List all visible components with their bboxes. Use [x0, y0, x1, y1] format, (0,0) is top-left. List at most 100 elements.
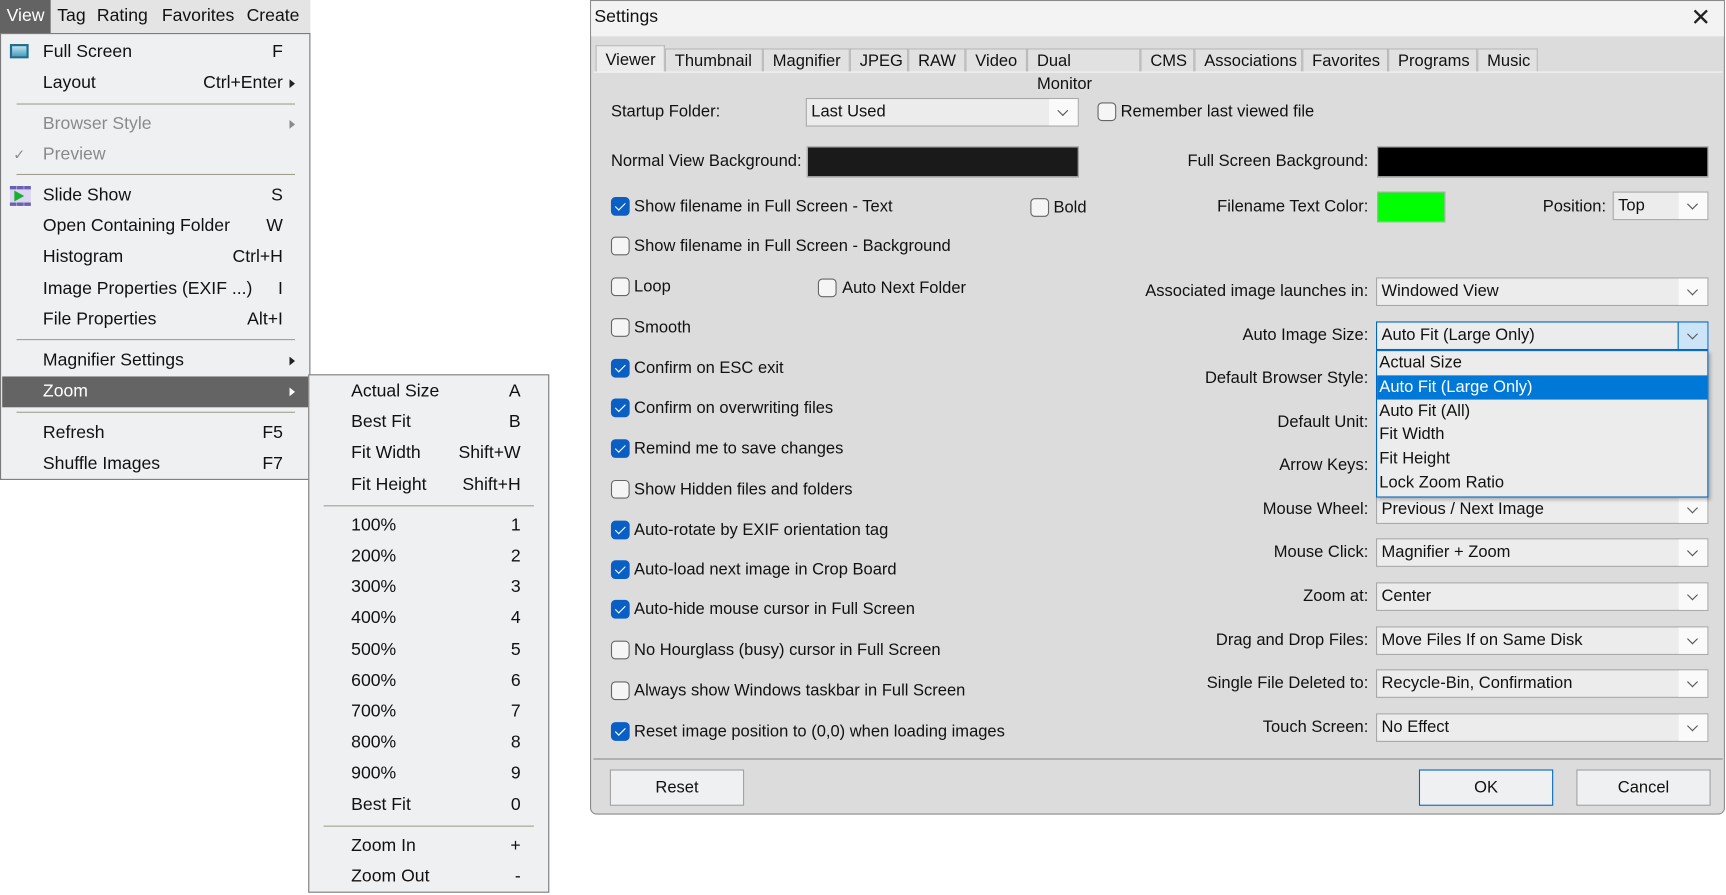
zoom-item-800[interactable]: 800% 8	[310, 728, 547, 759]
chevron-down-icon[interactable]	[1677, 322, 1708, 349]
chevron-down-icon[interactable]	[1678, 583, 1708, 610]
menu-item-magnifier-settings[interactable]: Magnifier Settings	[2, 346, 308, 377]
menubar-create[interactable]: Create	[240, 0, 306, 33]
menubar-rating[interactable]: Rating	[90, 0, 154, 33]
checkbox-show-filename-in-full-screen-background[interactable]	[610, 236, 630, 256]
zoom-item-100[interactable]: 100% 1	[310, 511, 547, 542]
menubar-favorites[interactable]: Favorites	[155, 0, 241, 33]
tab-favorites[interactable]: Favorites	[1302, 48, 1389, 72]
zoom-item-900[interactable]: 900% 9	[310, 759, 547, 790]
zoom-at-select[interactable]: Center	[1376, 582, 1709, 611]
dropdown-option-fit-height[interactable]: Fit Height	[1377, 447, 1707, 471]
checkbox-auto-rotate-by-exif-orientation-tag[interactable]	[610, 520, 630, 540]
chevron-down-icon[interactable]	[1678, 714, 1708, 741]
menu-bar: View Tag Rating Favorites Create	[0, 0, 311, 34]
mouse-wheel-value: Previous / Next Image	[1381, 499, 1544, 519]
checkbox-reset-image-position-to-0-0-when-loading[interactable]	[610, 722, 630, 741]
zoom-item-200[interactable]: 200% 2	[310, 542, 547, 573]
auto-image-size-value: Auto Fit (Large Only)	[1381, 325, 1535, 345]
position-select[interactable]: Top	[1612, 191, 1709, 221]
checkbox-auto-load-next-image-in-crop-board[interactable]	[610, 560, 630, 580]
remember-last-checkbox[interactable]	[1097, 102, 1117, 122]
tab-music[interactable]: Music	[1477, 48, 1538, 72]
close-icon[interactable]: ✕	[1686, 3, 1715, 32]
tab-viewer[interactable]: Viewer	[595, 45, 665, 73]
tab-associations[interactable]: Associations	[1194, 48, 1303, 72]
tab-video[interactable]: Video	[965, 48, 1028, 72]
mouse-click-value: Magnifier + Zoom	[1381, 542, 1511, 562]
single-file-deleted-to-select[interactable]: Recycle-Bin, Confirmation	[1376, 669, 1709, 698]
menu-item-slide-show[interactable]: Slide Show S	[2, 181, 308, 212]
auto-next-folder-checkbox[interactable]	[817, 278, 837, 298]
checkbox-confirm-on-esc-exit[interactable]	[610, 358, 630, 378]
menu-item-layout[interactable]: Layout Ctrl+Enter	[2, 68, 308, 99]
checkbox-no-hourglass-busy-cursor-in-full-screen[interactable]	[610, 640, 630, 660]
mouse-click-select[interactable]: Magnifier + Zoom	[1376, 538, 1709, 567]
checkbox-confirm-on-overwriting-files[interactable]	[610, 398, 630, 418]
associated-image-launches-in-select[interactable]: Windowed View	[1376, 277, 1709, 307]
tab-raw[interactable]: RAW	[908, 48, 966, 72]
bold-checkbox[interactable]	[1030, 198, 1050, 217]
menu-item-open-containing-folder[interactable]: Open Containing Folder W	[2, 211, 308, 242]
dropdown-option-actual-size[interactable]: Actual Size	[1377, 351, 1707, 375]
tab-thumbnail[interactable]: Thumbnail	[664, 48, 763, 72]
chevron-down-icon[interactable]	[1678, 496, 1708, 523]
tab-cms[interactable]: CMS	[1140, 48, 1195, 72]
checkbox-auto-hide-mouse-cursor-in-full-screen[interactable]	[610, 599, 630, 619]
zoom-item-fit-height[interactable]: Fit Height Shift+H	[310, 470, 547, 501]
tab-jpeg[interactable]: JPEG	[849, 48, 909, 72]
tab-programs[interactable]: Programs	[1388, 48, 1478, 72]
menu-item-preview[interactable]: Preview ✓	[2, 140, 308, 171]
menu-item-shuffle-images[interactable]: Shuffle Images F7	[2, 449, 308, 480]
menu-item-browser-style[interactable]: Browser Style	[2, 109, 308, 140]
zoom-item-zoom-in[interactable]: Zoom In +	[310, 831, 547, 862]
dropdown-option-lock-zoom-ratio[interactable]: Lock Zoom Ratio	[1377, 471, 1707, 495]
cancel-button[interactable]: Cancel	[1576, 769, 1711, 806]
zoom-item-fit-width[interactable]: Fit Width Shift+W	[310, 439, 547, 470]
tab-magnifier[interactable]: Magnifier	[762, 48, 850, 72]
field-label: Drag and Drop Files:	[1215, 630, 1369, 650]
dropdown-option-fit-width[interactable]: Fit Width	[1377, 423, 1707, 447]
touch-screen-select[interactable]: No Effect	[1376, 713, 1709, 742]
zoom-item-500[interactable]: 500% 5	[310, 635, 547, 666]
ok-button[interactable]: OK	[1418, 769, 1554, 806]
zoom-item-zoom-out[interactable]: Zoom Out -	[310, 862, 547, 893]
drag-and-drop-files-select[interactable]: Move Files If on Same Disk	[1376, 626, 1709, 655]
zoom-item-actual-size[interactable]: Actual Size A	[310, 376, 547, 407]
zoom-item-600[interactable]: 600% 6	[310, 666, 547, 697]
zoom-item-300[interactable]: 300% 3	[310, 573, 547, 604]
checkbox-show-hidden-files-and-folders[interactable]	[610, 479, 630, 499]
menu-item-zoom[interactable]: Zoom	[2, 376, 309, 408]
menubar-tag[interactable]: Tag	[51, 0, 93, 33]
startup-folder-select[interactable]: Last Used	[805, 97, 1079, 127]
chevron-down-icon[interactable]	[1678, 278, 1708, 305]
chevron-down-icon[interactable]	[1678, 539, 1708, 566]
touch-screen-value: No Effect	[1381, 717, 1450, 737]
menu-item-image-properties-exif[interactable]: Image Properties (EXIF ...) I	[2, 274, 308, 305]
checkbox-loop[interactable]	[610, 277, 630, 297]
zoom-item-best-fit[interactable]: Best Fit B	[310, 408, 547, 439]
menubar-view[interactable]: View	[0, 0, 52, 34]
checkbox-remind-me-to-save-changes[interactable]	[610, 439, 630, 458]
menu-item-file-properties[interactable]: File Properties Alt+I	[2, 305, 308, 336]
mouse-wheel-select[interactable]: Previous / Next Image	[1376, 495, 1709, 524]
position-label: Position:	[1542, 197, 1607, 216]
menu-item-histogram[interactable]: Histogram Ctrl+H	[2, 242, 308, 273]
chevron-down-icon[interactable]	[1678, 627, 1708, 654]
checkbox-smooth[interactable]	[610, 318, 630, 337]
zoom-item-400[interactable]: 400% 4	[310, 604, 547, 635]
dropdown-option-auto-fit-large-only[interactable]: Auto Fit (Large Only)	[1377, 375, 1708, 400]
chevron-down-icon[interactable]	[1678, 670, 1708, 697]
auto-image-size-select[interactable]: Auto Fit (Large Only)	[1376, 321, 1709, 351]
tab-dual-monitor[interactable]: Dual Monitor	[1027, 48, 1141, 94]
checkbox-show-filename-in-full-screen-text[interactable]	[610, 197, 630, 216]
checkbox-always-show-windows-taskbar-in-full-scre[interactable]	[610, 681, 630, 701]
zoom-item-700[interactable]: 700% 7	[310, 697, 547, 728]
reset-button[interactable]: Reset	[609, 769, 745, 806]
menu-item-full-screen[interactable]: Full Screen F	[2, 37, 308, 68]
menu-item-refresh[interactable]: Refresh F5	[2, 418, 308, 449]
dropdown-option-auto-fit-all[interactable]: Auto Fit (All)	[1377, 399, 1707, 423]
menu-item-label: 200%	[351, 547, 397, 566]
zoom-item-best-fit[interactable]: Best Fit 0	[310, 790, 547, 821]
fullscreen-bg-color-swatch[interactable]	[1377, 146, 1709, 178]
